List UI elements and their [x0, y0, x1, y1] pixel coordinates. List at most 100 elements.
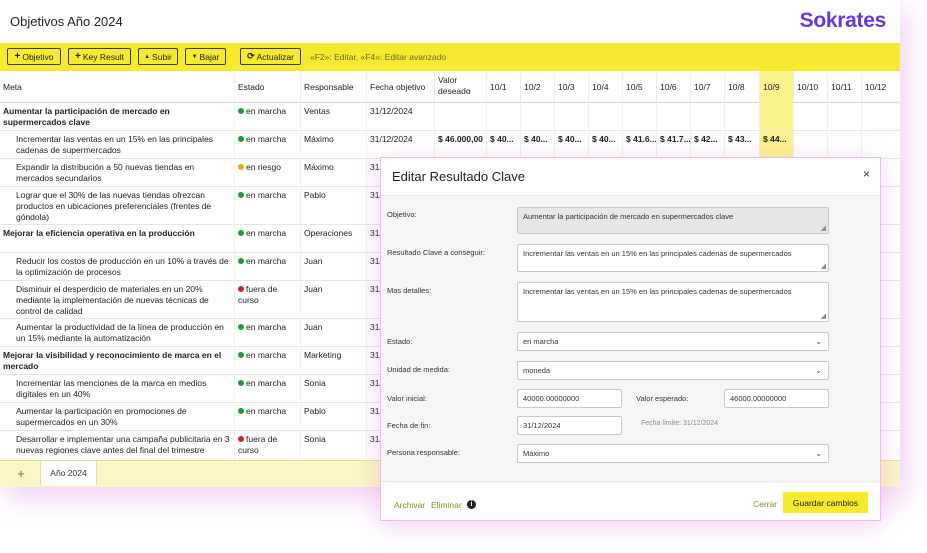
resultado-field[interactable]: Incrementar las ventas en un 15% en las …: [517, 244, 829, 272]
cell-date-value[interactable]: [690, 103, 724, 130]
add-sheet-button[interactable]: +: [10, 466, 32, 482]
archive-link[interactable]: Archivar: [394, 500, 425, 510]
estado-select[interactable]: en marcha ⌄: [517, 332, 829, 351]
header-date[interactable]: 10/7: [690, 71, 724, 103]
header-date[interactable]: 10/3: [554, 71, 588, 103]
valor-inicial-input[interactable]: 40000.00000000: [517, 389, 622, 408]
cell-date-value[interactable]: $ 43...: [724, 131, 758, 158]
cell-estado[interactable]: en marcha: [234, 103, 300, 130]
cell-meta[interactable]: Mejorar la eficiencia operativa en la pr…: [0, 225, 234, 252]
cell-estado[interactable]: en marcha: [234, 403, 300, 430]
cell-estado[interactable]: en marcha: [234, 187, 300, 224]
cell-date-value[interactable]: [656, 103, 690, 130]
cell-date-value[interactable]: [827, 131, 861, 158]
cell-date-value[interactable]: [554, 103, 588, 130]
cell-estado[interactable]: en marcha: [234, 319, 300, 346]
cell-estado[interactable]: fuera de curso: [234, 431, 300, 460]
cell-date-value[interactable]: [588, 103, 622, 130]
cell-meta[interactable]: Aumentar la participación en promociones…: [0, 403, 234, 430]
cell-date-value[interactable]: $ 40...: [554, 131, 588, 158]
cell-date-value[interactable]: [793, 131, 827, 158]
header-valor-deseado[interactable]: Valor deseado: [434, 71, 486, 103]
table-row[interactable]: Aumentar la participación de mercado en …: [0, 103, 900, 131]
cell-estado[interactable]: en marcha: [234, 347, 300, 374]
cell-fecha[interactable]: 31/12/2024: [366, 131, 434, 158]
cell-date-value[interactable]: $ 40...: [520, 131, 554, 158]
header-responsable[interactable]: Responsable: [300, 71, 366, 103]
cell-date-value[interactable]: [486, 103, 520, 130]
cell-meta[interactable]: Aumentar la productividad de la línea de…: [0, 319, 234, 346]
header-estado[interactable]: Estado: [234, 71, 300, 103]
cell-responsable[interactable]: Máximo: [300, 159, 366, 186]
header-date[interactable]: 10/12: [861, 71, 895, 103]
move-down-button[interactable]: ▼ Bajar: [185, 48, 226, 65]
cell-estado[interactable]: en marcha: [234, 253, 300, 280]
header-date[interactable]: 10/11: [827, 71, 861, 103]
cell-estado[interactable]: en marcha: [234, 375, 300, 402]
delete-link[interactable]: Eliminar: [431, 500, 462, 510]
cell-responsable[interactable]: Ventas: [300, 103, 366, 130]
sheet-tab-2024[interactable]: Año 2024: [40, 461, 97, 485]
cell-date-value[interactable]: $ 44...: [759, 131, 794, 158]
cell-date-value[interactable]: $ 41.7...: [656, 131, 690, 158]
cell-date-value[interactable]: $ 40...: [588, 131, 622, 158]
cell-estado[interactable]: en marcha: [234, 225, 300, 252]
cell-responsable[interactable]: Máximo: [300, 131, 366, 158]
cell-date-value[interactable]: [861, 131, 895, 158]
cell-date-value[interactable]: [622, 103, 656, 130]
fecha-fin-input[interactable]: 31/12/2024: [517, 416, 622, 435]
info-icon[interactable]: i: [467, 500, 476, 509]
cell-responsable[interactable]: Marketing: [300, 347, 366, 374]
unidad-select[interactable]: moneda ⌄: [517, 361, 829, 380]
cell-date-value[interactable]: [861, 103, 895, 130]
cell-fecha[interactable]: 31/12/2024: [366, 103, 434, 130]
save-changes-button[interactable]: Guardar cambios: [783, 492, 868, 513]
detalles-field[interactable]: Incrementar las ventas en un 15% en las …: [517, 282, 829, 322]
header-date[interactable]: 10/6: [656, 71, 690, 103]
header-fecha-objetivo[interactable]: Fecha objetivo: [366, 71, 434, 103]
cell-meta[interactable]: Reducir los costos de producción en un 1…: [0, 253, 234, 280]
cell-date-value[interactable]: [827, 103, 861, 130]
cell-meta[interactable]: Incrementar las ventas en un 15% en las …: [0, 131, 234, 158]
resize-grip-icon[interactable]: ◢: [821, 263, 826, 270]
add-key-result-button[interactable]: + Key Result: [68, 48, 131, 65]
header-date[interactable]: 10/4: [588, 71, 622, 103]
cell-meta[interactable]: Mejorar la visibilidad y reconocimiento …: [0, 347, 234, 374]
cell-date-value[interactable]: [520, 103, 554, 130]
cell-estado[interactable]: en marcha: [234, 131, 300, 158]
header-date[interactable]: 10/5: [622, 71, 656, 103]
valor-esperado-input[interactable]: 46000.00000000: [724, 389, 829, 408]
header-date[interactable]: 10/10: [793, 71, 827, 103]
cell-valor-deseado[interactable]: [434, 103, 486, 130]
cell-responsable[interactable]: Juan: [300, 253, 366, 280]
header-date[interactable]: 10/1: [486, 71, 520, 103]
move-up-button[interactable]: ▲ Subir: [138, 48, 178, 65]
cell-meta[interactable]: Desarrollar e implementar una campaña pu…: [0, 431, 234, 460]
header-date[interactable]: 10/9: [759, 71, 794, 103]
cell-date-value[interactable]: [793, 103, 827, 130]
add-objetivo-button[interactable]: + Objetivo: [7, 48, 61, 65]
cell-meta[interactable]: Aumentar la participación de mercado en …: [0, 103, 234, 130]
cell-date-value[interactable]: [759, 103, 794, 130]
cell-meta[interactable]: Expandir la distribución a 50 nuevas tie…: [0, 159, 234, 186]
cell-meta[interactable]: Disminuir el desperdicio de materiales e…: [0, 281, 234, 318]
header-date[interactable]: 10/8: [724, 71, 758, 103]
cell-responsable[interactable]: Operaciones: [300, 225, 366, 252]
refresh-button[interactable]: ⟳ Actualizar: [240, 48, 301, 65]
cell-date-value[interactable]: $ 42...: [690, 131, 724, 158]
resize-grip-icon[interactable]: ◢: [821, 313, 826, 320]
cell-meta[interactable]: Lograr que el 30% de las nuevas tiendas …: [0, 187, 234, 224]
cell-responsable[interactable]: Pablo: [300, 187, 366, 224]
table-row[interactable]: Incrementar las ventas en un 15% en las …: [0, 131, 900, 159]
persona-select[interactable]: Máximo ⌄: [517, 444, 829, 463]
cell-estado[interactable]: fuera de curso: [234, 281, 300, 318]
close-icon[interactable]: ×: [863, 167, 870, 181]
cell-responsable[interactable]: Juan: [300, 319, 366, 346]
cell-meta[interactable]: Incrementar las menciones de la marca en…: [0, 375, 234, 402]
cell-responsable[interactable]: Sonia: [300, 431, 366, 460]
close-button[interactable]: Cerrar: [753, 499, 777, 509]
cell-date-value[interactable]: $ 41.6...: [622, 131, 656, 158]
cell-responsable[interactable]: Sonia: [300, 375, 366, 402]
cell-responsable[interactable]: Pablo: [300, 403, 366, 430]
header-date[interactable]: 10/2: [520, 71, 554, 103]
